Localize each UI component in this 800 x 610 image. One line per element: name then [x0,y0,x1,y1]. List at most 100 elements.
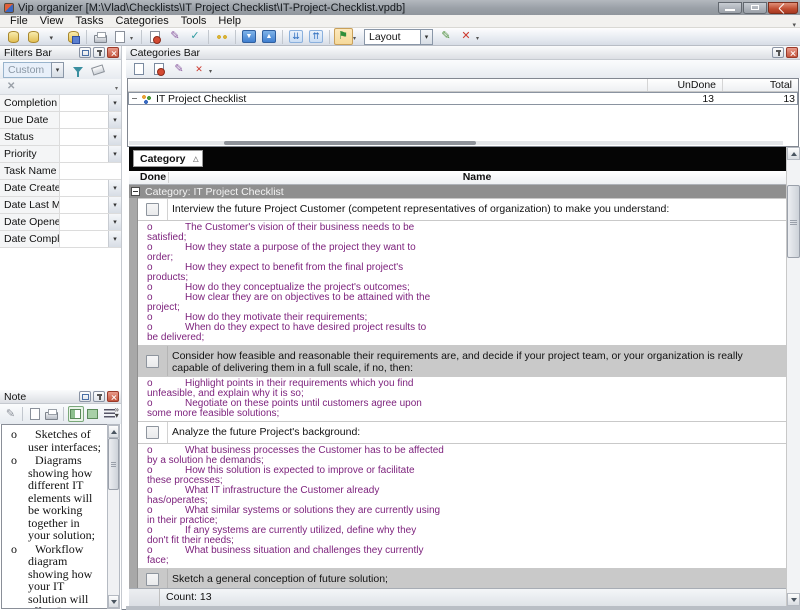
layout-combo[interactable]: Layout [364,29,433,45]
task-row[interactable]: Sketch a general conception of future so… [138,568,786,588]
chevron-down-icon[interactable] [108,95,121,111]
save-database-button[interactable] [64,28,83,45]
name-column-header[interactable]: Name [168,171,786,184]
new-database-button[interactable] [4,28,23,45]
filter-value-cell[interactable] [60,180,108,196]
move-top-button[interactable]: ⇈ [307,28,326,45]
maximize-button[interactable] [743,2,767,14]
close-panel-icon[interactable] [107,391,119,402]
new-subcategory-button[interactable] [150,61,169,78]
categories-hscrollbar[interactable] [129,141,783,145]
menu-item-tools[interactable]: Tools [175,15,213,28]
view-note-button[interactable] [213,28,232,45]
float-panel-icon[interactable] [79,391,91,402]
edit-filter-button[interactable] [68,61,87,78]
task-checkbox[interactable] [146,203,159,216]
pin-icon[interactable] [93,47,105,58]
collapse-icon[interactable] [131,95,138,102]
scroll-thumb[interactable] [108,438,119,490]
show-preview-pane-button[interactable] [85,406,101,422]
toolbar-overflow-icon[interactable] [209,64,217,76]
pin-icon[interactable] [93,391,105,402]
note-editor[interactable]: oSketches of user interfaces;oDiagrams s… [1,424,120,609]
apply-layout-button[interactable]: ✎ [437,28,456,45]
open-database-dropdown[interactable] [44,28,63,45]
toolbar-overflow-icon[interactable] [115,81,118,93]
menu-item-tasks[interactable]: Tasks [69,15,109,28]
close-button[interactable] [768,2,798,14]
custom-filter-combo[interactable]: Custom [3,62,64,78]
filter-value-cell[interactable] [60,163,121,179]
note-scrollbar[interactable] [107,424,120,609]
clear-filter-button[interactable] [88,61,107,78]
menu-item-help[interactable]: Help [212,15,247,28]
chevron-down-icon[interactable] [108,180,121,196]
task-checkbox[interactable] [146,573,159,586]
chevron-down-icon[interactable] [108,146,121,162]
chevron-down-icon[interactable] [108,231,121,247]
filter-value-cell[interactable] [60,231,108,247]
scroll-thumb[interactable] [787,185,800,258]
open-database-button[interactable] [24,28,43,45]
chevron-down-icon[interactable] [108,214,121,230]
filter-value-cell[interactable] [60,214,108,230]
category-group-row[interactable]: Category: IT Project Checklist [129,185,786,198]
new-task-button[interactable] [146,28,165,45]
total-column-header[interactable]: Total [728,79,792,92]
float-panel-icon[interactable] [79,47,91,58]
chevron-down-icon[interactable] [51,62,64,78]
notifications-flag-button[interactable]: ⚑ [334,28,353,45]
menu-item-view[interactable]: View [34,15,70,28]
complete-task-button[interactable]: ✓ [186,28,205,45]
filter-value-cell[interactable] [60,112,108,128]
task-row[interactable]: Analyze the future Project's background: [138,421,786,444]
menu-item-categories[interactable]: Categories [110,15,175,28]
show-note-pane-button[interactable] [68,406,84,422]
close-panel-icon[interactable] [107,47,119,58]
print-note-button[interactable] [27,406,43,422]
scroll-down-icon[interactable] [787,593,800,606]
task-checkbox[interactable] [146,355,159,368]
remove-filter-icon[interactable]: ✕ [3,81,19,92]
edit-note-button[interactable]: ✎ [3,406,19,422]
scroll-down-icon[interactable] [108,595,119,608]
delete-category-button[interactable]: ✕ [190,61,209,78]
close-panel-icon[interactable] [786,47,798,58]
edit-task-button[interactable]: ✎ [166,28,185,45]
undone-column-header[interactable]: UnDone [658,79,716,92]
delete-layout-button[interactable]: ✕ [457,28,476,45]
filter-value-cell[interactable] [60,197,108,213]
more-buttons-chevron-icon[interactable]: »▾ [115,407,119,419]
task-row[interactable]: Interview the future Project Customer (c… [138,198,786,221]
scroll-thumb[interactable] [224,141,476,145]
scroll-up-icon[interactable] [787,147,800,160]
new-category-button[interactable] [130,61,149,78]
print-preview-button[interactable] [111,28,130,45]
toolbar-overflow-icon[interactable] [353,31,361,43]
edit-category-button[interactable]: ✎ [170,61,189,78]
task-row[interactable]: Consider how feasible and reasonable the… [138,345,786,377]
filter-value-cell[interactable] [60,95,108,111]
move-down-button[interactable]: ▼ [240,28,259,45]
chevron-down-icon[interactable] [108,129,121,145]
chevron-down-icon[interactable] [420,29,433,45]
pin-icon[interactable] [772,47,784,58]
filter-value-cell[interactable] [60,146,108,162]
toolbar-overflow-icon[interactable] [130,31,138,43]
menu-item-file[interactable]: File [4,15,34,28]
chevron-down-icon[interactable] [108,112,121,128]
group-by-category-button[interactable]: Category [133,150,203,167]
collapse-icon[interactable] [131,187,140,196]
print-preview-note-button[interactable] [44,406,60,422]
scroll-up-icon[interactable] [108,425,119,438]
category-row[interactable]: IT Project Checklist 13 13 [128,92,798,105]
chevron-down-icon[interactable] [108,197,121,213]
done-column-header[interactable]: Done [138,171,168,184]
move-up-button[interactable]: ▲ [260,28,279,45]
grid-scrollbar[interactable] [786,147,800,606]
move-bottom-button[interactable]: ⇊ [287,28,306,45]
task-checkbox[interactable] [146,426,159,439]
minimize-button[interactable] [718,2,742,14]
print-button[interactable] [91,28,110,45]
toolbar-overflow-icon[interactable] [476,31,484,43]
